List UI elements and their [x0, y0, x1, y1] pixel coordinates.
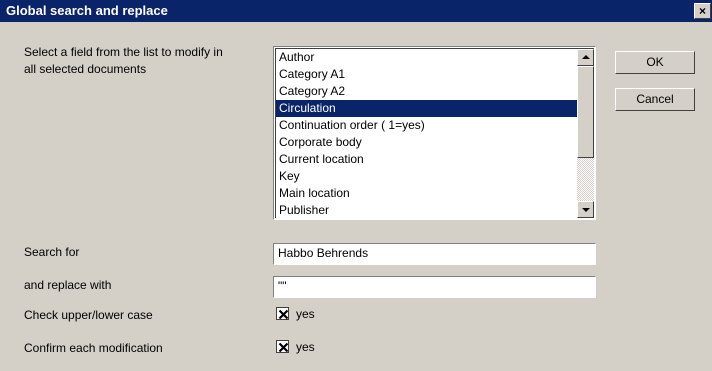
scroll-thumb[interactable] — [577, 66, 594, 158]
arrow-up-icon — [582, 55, 590, 59]
check-mark-icon — [278, 309, 289, 320]
replace-input[interactable]: "" — [273, 276, 596, 298]
scroll-down-button[interactable] — [577, 201, 594, 218]
confirm-yes-label: yes — [296, 340, 315, 354]
close-icon: × — [698, 4, 706, 18]
arrow-down-icon — [582, 208, 590, 212]
confirm-checkbox[interactable] — [276, 340, 289, 353]
search-input[interactable]: Habbo Behrends — [273, 243, 596, 265]
field-prompt-line1: Select a field from the list to modify i… — [24, 45, 223, 59]
list-item[interactable]: Circulation — [276, 100, 577, 117]
list-item[interactable]: Key — [276, 168, 577, 185]
list-item[interactable]: Current location — [276, 151, 577, 168]
list-item[interactable]: Continuation order ( 1=yes) — [276, 117, 577, 134]
dialog-title: Global search and replace — [6, 3, 168, 18]
field-prompt-line2: all selected documents — [24, 62, 147, 76]
search-replace-dialog: Global search and replace × Select a fie… — [0, 0, 712, 371]
confirm-option-label: Confirm each modification — [24, 341, 163, 355]
list-item[interactable]: Category A2 — [276, 83, 577, 100]
cancel-button[interactable]: Cancel — [615, 88, 695, 111]
case-checkbox[interactable] — [276, 307, 289, 320]
close-button[interactable]: × — [694, 3, 711, 19]
replace-label: and replace with — [24, 278, 112, 292]
check-mark-icon — [278, 342, 289, 353]
list-item[interactable]: Main location — [276, 185, 577, 202]
field-listbox[interactable]: Author Category A1 Category A2 Circulation C… — [273, 46, 596, 220]
list-item[interactable]: Publisher — [276, 202, 577, 218]
case-yes-label: yes — [296, 307, 315, 321]
title-bar[interactable]: Global search and replace × — [0, 0, 712, 22]
list-item[interactable]: Author — [276, 49, 577, 66]
list-item[interactable]: Corporate body — [276, 134, 577, 151]
ok-button[interactable]: OK — [615, 51, 695, 74]
scroll-up-button[interactable] — [577, 49, 594, 66]
list-item[interactable]: Category A1 — [276, 66, 577, 83]
field-list: Author Category A1 Category A2 Circulation C… — [276, 49, 577, 218]
case-option-label: Check upper/lower case — [24, 308, 153, 322]
search-label: Search for — [24, 245, 80, 259]
list-scrollbar[interactable] — [577, 49, 594, 218]
